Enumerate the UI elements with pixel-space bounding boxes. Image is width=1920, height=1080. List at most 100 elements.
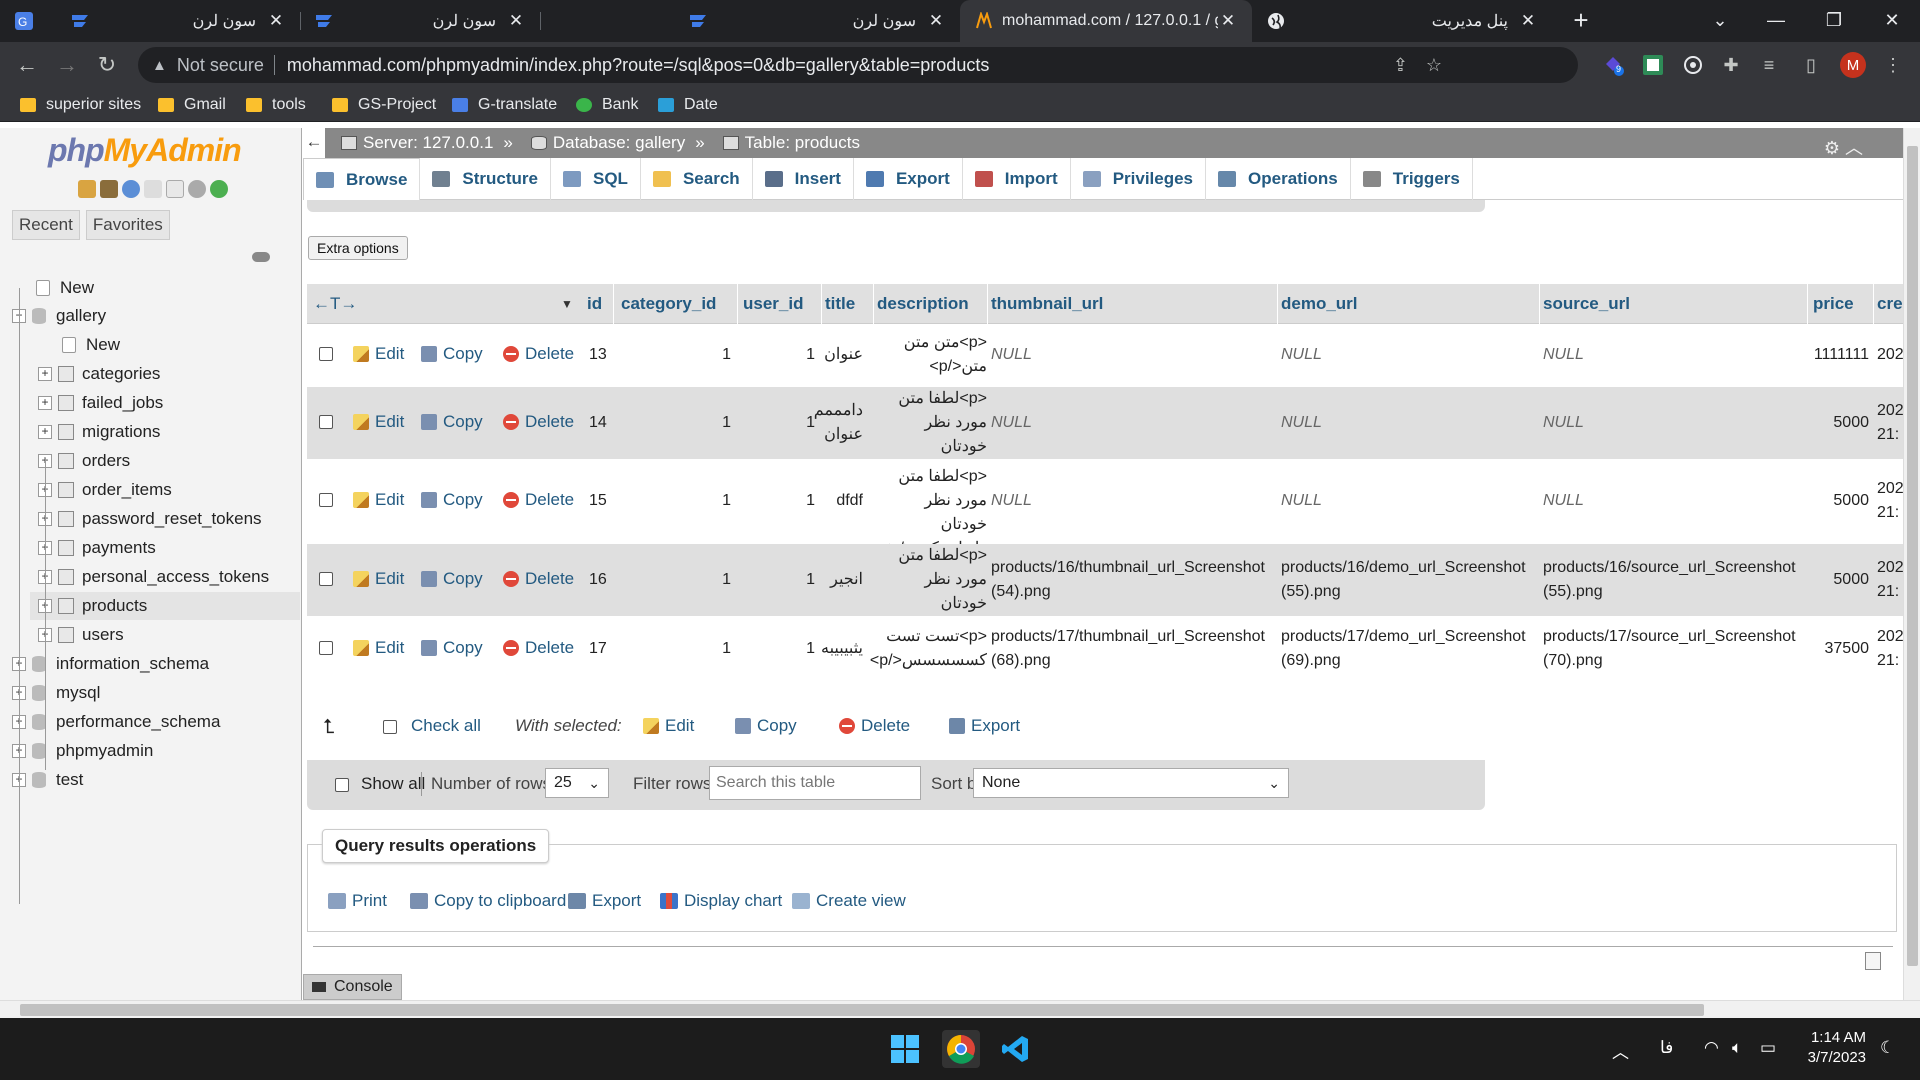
close-window-button[interactable]: ✕ (1864, 0, 1920, 42)
link-with-main-icon[interactable] (252, 252, 270, 262)
address-bar[interactable]: ▲ Not secure mohammad.com/phpmyadmin/ind… (138, 47, 1578, 83)
extension-circle-icon[interactable] (1680, 52, 1706, 78)
column-header-thumbnail_url[interactable]: thumbnail_url (991, 284, 1103, 324)
tree-database[interactable]: +test (0, 766, 300, 794)
row-copy-button[interactable]: Copy (421, 412, 483, 432)
number-of-rows-select[interactable]: 25 ⌄ (545, 768, 609, 798)
row-copy-button[interactable]: Copy (421, 638, 483, 658)
row-edit-button[interactable]: Edit (353, 569, 404, 589)
reload-button[interactable]: ↻ (92, 50, 122, 80)
horizontal-scrollbar[interactable] (0, 1000, 1920, 1018)
scrollbar-thumb[interactable] (20, 1004, 1704, 1016)
collapse-nav-button[interactable]: ← (303, 128, 325, 158)
tree-new[interactable]: New (0, 274, 300, 302)
recent-tab[interactable]: Recent (12, 210, 80, 240)
share-icon[interactable]: ⇪ (1393, 55, 1408, 76)
tree-table[interactable]: + migrations (0, 418, 300, 446)
bulk-copy-button[interactable]: Copy (735, 716, 797, 736)
bookmark-item[interactable]: tools (246, 94, 306, 116)
chevron-up-icon[interactable]: ︿ (1612, 1038, 1629, 1063)
phpmyadmin-logo[interactable]: phpMyAdmin (48, 132, 242, 169)
row-edit-button[interactable]: Edit (353, 344, 404, 364)
tree-table[interactable]: +products (30, 592, 300, 620)
profile-avatar[interactable]: M (1840, 52, 1866, 78)
language-indicator[interactable]: فا (1660, 1038, 1673, 1058)
restore-button[interactable]: ❐ (1806, 0, 1862, 42)
extra-options-button[interactable]: Extra options (308, 236, 408, 260)
breadcrumb-table[interactable]: Table: products (745, 133, 860, 153)
close-tab-icon[interactable]: ✕ (1218, 11, 1238, 31)
row-checkbox[interactable] (319, 415, 333, 429)
tree-new[interactable]: New (0, 331, 300, 359)
row-delete-button[interactable]: Delete (503, 490, 574, 510)
scrollbar-thumb[interactable] (1907, 146, 1918, 966)
row-copy-button[interactable]: Copy (421, 490, 483, 510)
row-delete-button[interactable]: Delete (503, 344, 574, 364)
browser-tab[interactable]: G سون لرن ✕ (0, 0, 300, 42)
row-checkbox[interactable] (319, 347, 333, 361)
vertical-scrollbar[interactable] (1903, 128, 1920, 1000)
row-edit-button[interactable]: Edit (353, 490, 404, 510)
tab-operations[interactable]: Operations (1206, 158, 1351, 200)
browser-tab[interactable]: سون لرن ✕ (300, 0, 540, 42)
column-header-source_url[interactable]: source_url (1543, 284, 1630, 324)
menu-kebab-icon[interactable]: ⋮ (1880, 52, 1906, 78)
show-all-checkbox[interactable] (335, 778, 349, 792)
tree-table[interactable]: + categories (0, 360, 300, 388)
row-delete-button[interactable]: Delete (503, 638, 574, 658)
column-header-demo_url[interactable]: demo_url (1281, 284, 1358, 324)
volume-icon[interactable]: 🔈︎ (1732, 1038, 1742, 1058)
bookmark-item[interactable]: superior sites (20, 94, 141, 116)
show-all-label[interactable]: Show all (361, 774, 425, 794)
row-edit-button[interactable]: Edit (353, 412, 404, 432)
tab-browse[interactable]: Browse (303, 158, 421, 200)
minimize-button[interactable]: — (1748, 0, 1804, 42)
bookmark-item[interactable]: Gmail (158, 94, 226, 116)
forward-button[interactable]: → (52, 50, 82, 80)
column-header-price[interactable]: price (1813, 284, 1854, 324)
copy-to-clipboard-button[interactable]: Copy to clipboard (410, 891, 566, 911)
chrome-taskbar-icon[interactable] (942, 1030, 980, 1068)
tab-search-icon[interactable]: ⌄ (1692, 0, 1748, 42)
column-header-cre[interactable]: cre (1877, 284, 1903, 324)
bookmark-item[interactable]: GS-Project (332, 94, 436, 116)
bulk-edit-button[interactable]: Edit (643, 716, 694, 736)
column-header-user_id[interactable]: user_id (743, 284, 803, 324)
column-resize-arrows[interactable]: ←T→ (313, 284, 357, 324)
create-view-button[interactable]: Create view (792, 891, 906, 911)
expand-icon[interactable]: + (38, 425, 52, 439)
close-tab-icon[interactable]: ✕ (926, 11, 946, 31)
vscode-taskbar-icon[interactable] (996, 1030, 1034, 1068)
console-tab[interactable]: Console (303, 974, 402, 1000)
tab-privileges[interactable]: Privileges (1071, 158, 1207, 200)
row-delete-button[interactable]: Delete (503, 412, 574, 432)
extension-icon[interactable]: 9 (1600, 52, 1626, 78)
sheets-extension-icon[interactable] (1640, 52, 1666, 78)
row-copy-button[interactable]: Copy (421, 569, 483, 589)
row-delete-button[interactable]: Delete (503, 569, 574, 589)
bookmark-query-icon[interactable] (1865, 952, 1881, 970)
browser-tab[interactable]: سون لرن ✕ (540, 0, 960, 42)
print-button[interactable]: Print (328, 891, 387, 911)
back-button[interactable]: ← (12, 50, 42, 80)
settings-icon[interactable] (188, 180, 206, 198)
breadcrumb-database[interactable]: Database: gallery (553, 133, 685, 153)
windows-start-icon[interactable] (886, 1030, 924, 1068)
tree-database[interactable]: −gallery (0, 302, 300, 330)
close-tab-icon[interactable]: ✕ (266, 11, 286, 31)
tab-sql[interactable]: SQL (551, 158, 641, 200)
row-checkbox[interactable] (319, 572, 333, 586)
close-tab-icon[interactable]: ✕ (506, 11, 526, 31)
logout-icon[interactable] (100, 180, 118, 198)
sort-by-key-select[interactable]: None ⌄ (973, 768, 1289, 798)
bulk-export-button[interactable]: Export (949, 716, 1020, 736)
battery-icon[interactable]: ▭ (1760, 1038, 1776, 1058)
expand-icon[interactable]: + (38, 367, 52, 381)
notifications-icon[interactable]: ☾ (1880, 1038, 1895, 1058)
tab-triggers[interactable]: Triggers (1351, 158, 1473, 200)
bookmark-item[interactable]: Date (658, 94, 718, 116)
row-checkbox[interactable] (319, 641, 333, 655)
row-checkbox[interactable] (319, 493, 333, 507)
new-tab-button[interactable]: + (1568, 7, 1594, 34)
column-header-title[interactable]: title (825, 284, 855, 324)
